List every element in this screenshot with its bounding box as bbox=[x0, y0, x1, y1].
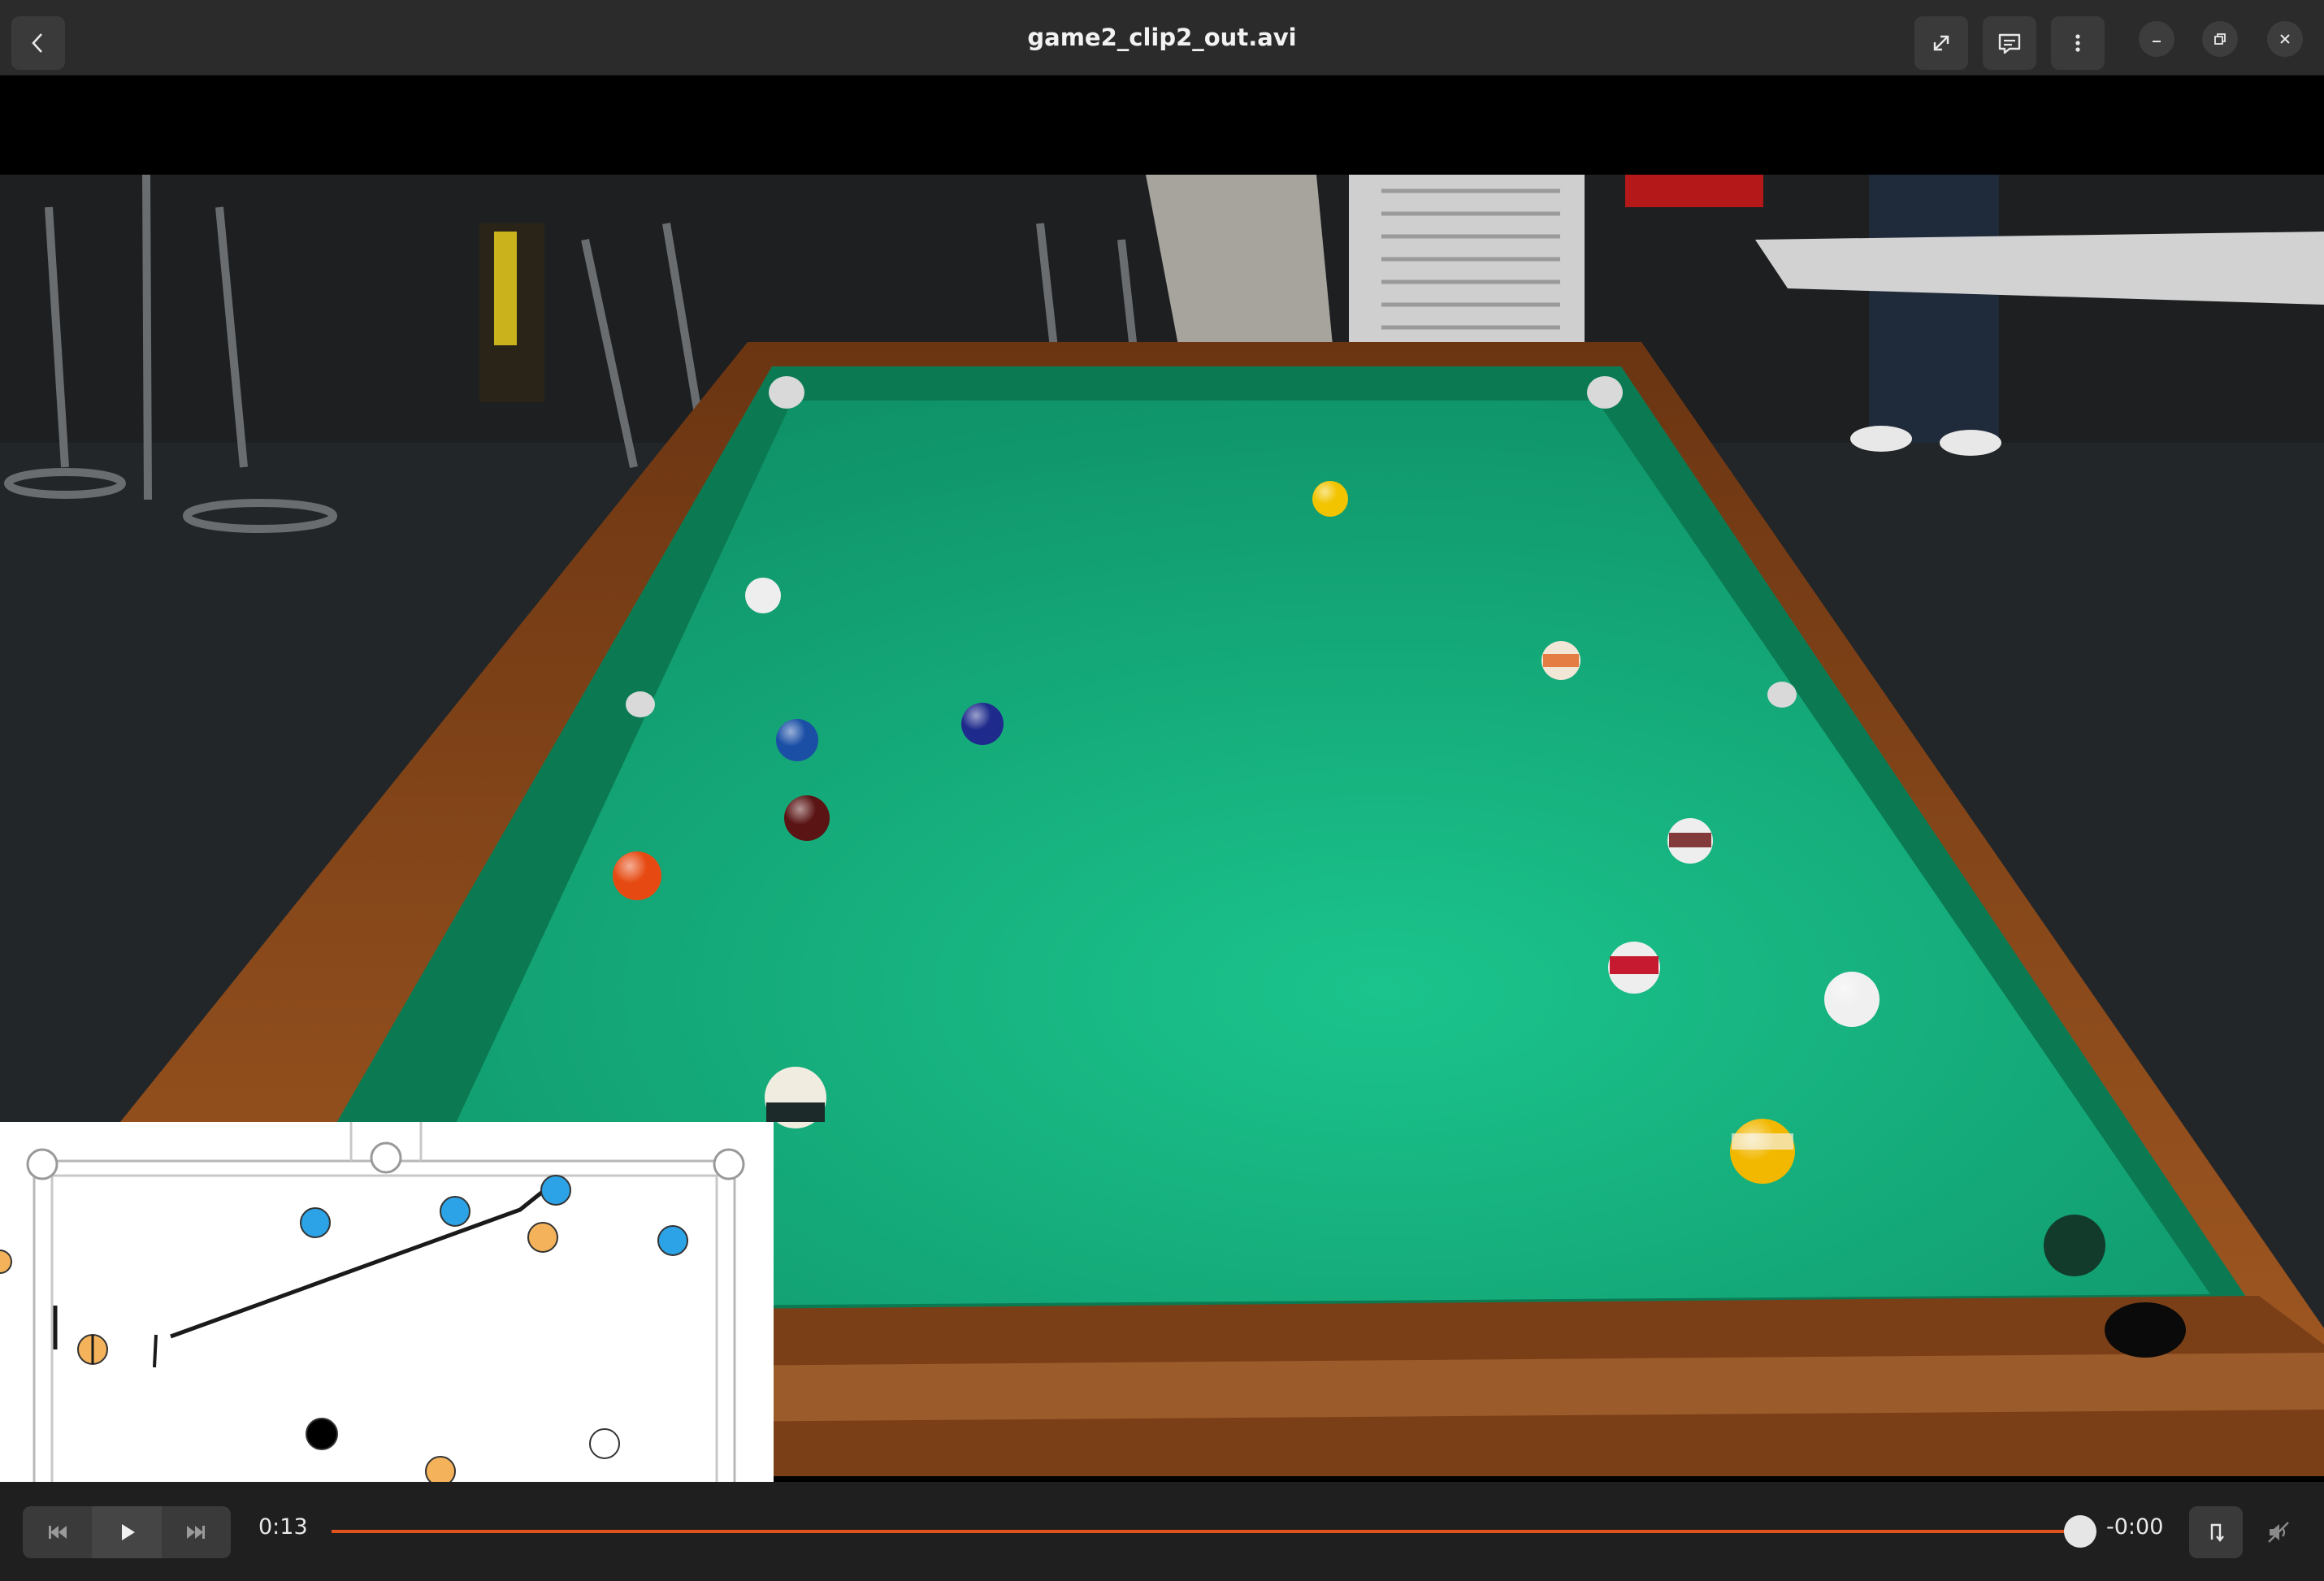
minimize-button[interactable] bbox=[2139, 21, 2174, 57]
volume-muted-icon bbox=[2268, 1522, 2289, 1543]
back-button[interactable] bbox=[11, 16, 65, 70]
restore-button[interactable] bbox=[2202, 21, 2238, 57]
skip-back-icon bbox=[48, 1526, 67, 1539]
person-silhouette bbox=[1146, 175, 1333, 345]
minimap-ball bbox=[589, 1428, 620, 1459]
minimap-ball bbox=[527, 1222, 558, 1253]
ball-cue-small bbox=[745, 578, 781, 613]
title-bar: game2_clip2_out.avi bbox=[0, 0, 2324, 76]
mute-button[interactable] bbox=[2252, 1506, 2304, 1558]
main-menu-button[interactable] bbox=[2051, 16, 2105, 70]
minimap-ball bbox=[540, 1175, 571, 1206]
remaining-time: -0:00 bbox=[2106, 1514, 2164, 1540]
seek-handle[interactable] bbox=[2064, 1515, 2096, 1548]
video-area[interactable] bbox=[0, 76, 2324, 1557]
skip-forward-icon bbox=[187, 1526, 206, 1539]
red-stool bbox=[1625, 175, 1763, 207]
person-legs bbox=[1869, 175, 1999, 443]
loop-button[interactable] bbox=[2189, 1506, 2243, 1558]
minimize-icon bbox=[2153, 41, 2161, 42]
minimap-ball bbox=[300, 1207, 331, 1238]
elapsed-time: 0:13 bbox=[258, 1514, 308, 1540]
vertical-dots-icon bbox=[2075, 34, 2080, 52]
close-icon bbox=[2280, 34, 2290, 44]
minimap-ball bbox=[440, 1196, 470, 1227]
subtitles-icon bbox=[1998, 33, 2021, 54]
corner-pocket-br bbox=[2105, 1302, 2186, 1358]
close-button[interactable] bbox=[2267, 21, 2303, 57]
next-button[interactable] bbox=[162, 1506, 231, 1558]
ball-dark-green bbox=[2044, 1215, 2105, 1276]
fullscreen-button[interactable] bbox=[1914, 16, 1968, 70]
play-button[interactable] bbox=[92, 1506, 162, 1558]
seek-bar[interactable] bbox=[332, 1530, 2080, 1533]
transport-group bbox=[23, 1506, 231, 1558]
minimap-ball bbox=[306, 1418, 338, 1450]
loop-icon bbox=[2210, 1523, 2224, 1542]
previous-button[interactable] bbox=[23, 1506, 92, 1558]
window-title: game2_clip2_out.avi bbox=[1027, 24, 1297, 51]
subtitles-button[interactable] bbox=[1983, 16, 2036, 70]
yellow-sign bbox=[494, 232, 517, 345]
restore-icon bbox=[2214, 33, 2226, 45]
expand-icon bbox=[1933, 35, 1949, 51]
minimap-ball bbox=[657, 1225, 688, 1256]
play-icon bbox=[121, 1524, 135, 1540]
chevron-left-icon bbox=[32, 33, 42, 53]
